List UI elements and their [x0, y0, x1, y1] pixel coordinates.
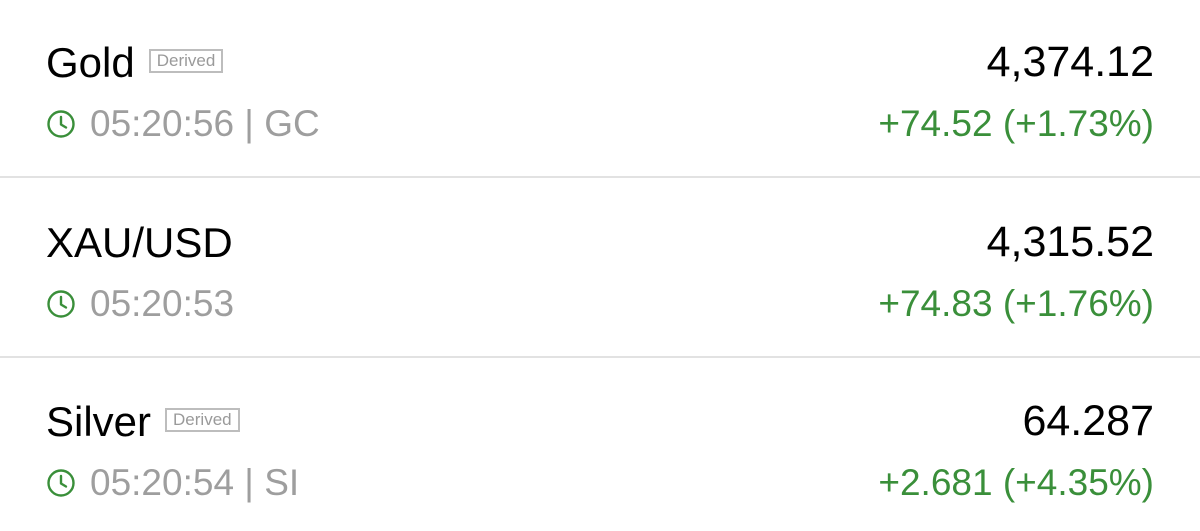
- price-change: +2.681 (+4.35%): [878, 462, 1154, 503]
- price-change: +74.52 (+1.73%): [878, 103, 1154, 144]
- meta-line: 05:20:54 | SI: [46, 460, 299, 506]
- clock-icon: [47, 469, 75, 497]
- time-symbol: 05:20:53: [90, 283, 235, 324]
- meta-line: 05:20:53: [46, 281, 234, 327]
- clock-icon: [47, 110, 75, 138]
- last-price: 4,374.12: [986, 38, 1154, 86]
- quote-row-xauusd[interactable]: XAU/USD 05:20:53 4,315.52 +74.83 (+1.76%…: [0, 180, 1200, 358]
- meta-line: 05:20:56 | GC: [46, 101, 320, 147]
- name-line: Gold Derived: [46, 38, 224, 88]
- instrument-name: Silver: [46, 398, 152, 445]
- time-symbol: 05:20:56 | GC: [90, 103, 320, 144]
- price-change: +74.83 (+1.76%): [878, 283, 1154, 324]
- quote-row-silver[interactable]: Silver Derived 05:20:54 | SI 64.287 +2.6…: [0, 359, 1200, 531]
- clock-icon: [47, 290, 75, 318]
- quote-row-gold[interactable]: Gold Derived 05:20:56 | GC 4,374.12 +74.…: [0, 0, 1200, 178]
- derived-badge: Derived: [165, 408, 240, 432]
- derived-badge: Derived: [148, 49, 224, 73]
- instrument-name: Gold: [46, 39, 135, 86]
- quote-list: Gold Derived 05:20:56 | GC 4,374.12 +74.…: [0, 0, 1200, 531]
- last-price: 4,315.52: [986, 218, 1154, 266]
- last-price: 64.287: [1022, 397, 1154, 445]
- name-line: XAU/USD: [46, 218, 233, 268]
- name-line: Silver Derived: [46, 397, 240, 447]
- time-symbol: 05:20:54 | SI: [90, 462, 300, 503]
- instrument-name: XAU/USD: [46, 219, 233, 266]
